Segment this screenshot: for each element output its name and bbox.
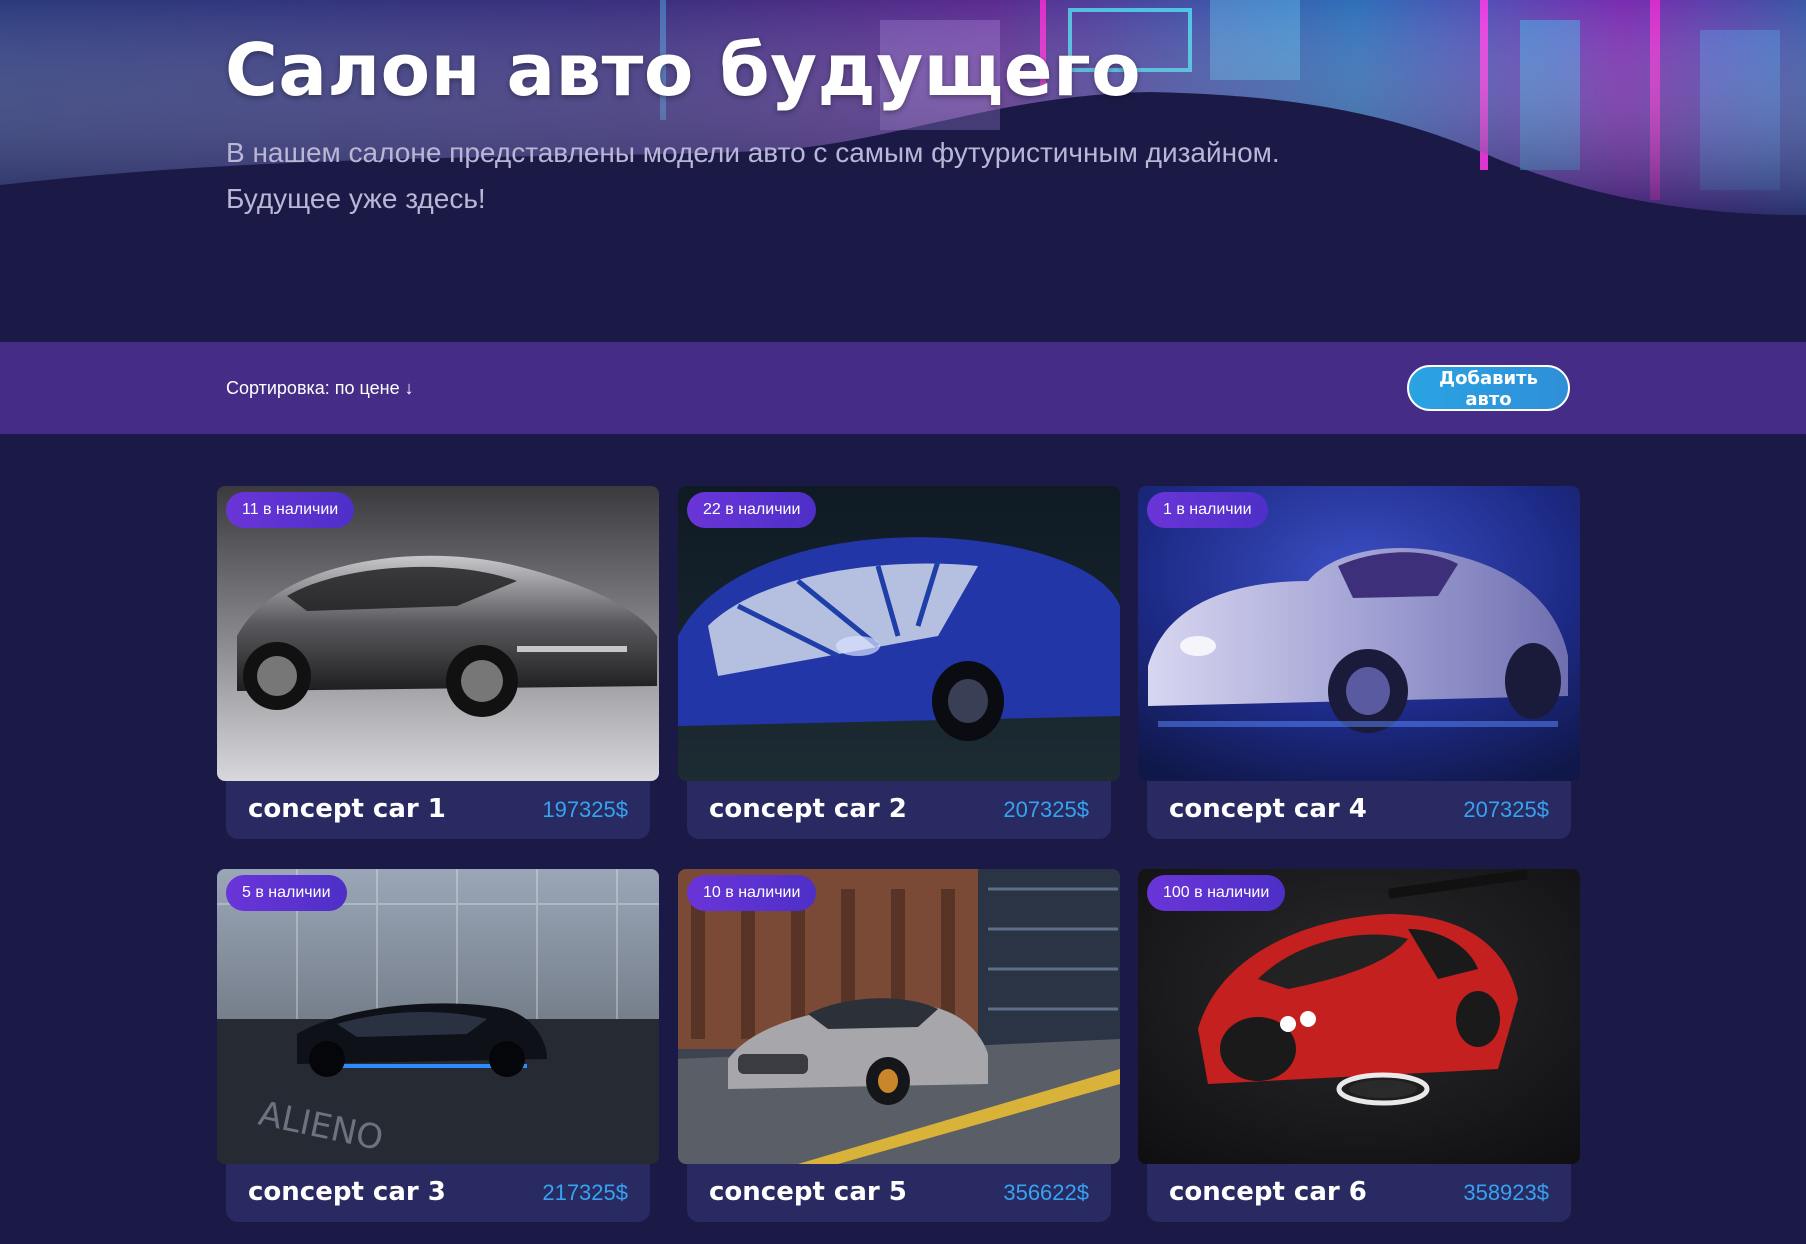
car-image: [1138, 869, 1580, 1164]
car-info: concept car 3 217325$: [226, 1164, 650, 1222]
car-price: 217325$: [542, 1180, 628, 1205]
stock-badge: 5 в наличии: [226, 875, 347, 911]
car-grid: 11 в наличии concept car 1 197325$ 22 в …: [217, 486, 1582, 1226]
stock-badge: 100 в наличии: [1147, 875, 1286, 911]
car-card[interactable]: 100 в наличии concept car 6 358923$: [1138, 869, 1580, 1225]
car-name: concept car 5: [709, 1177, 907, 1207]
stock-badge: 10 в наличии: [687, 875, 817, 911]
sort-toggle[interactable]: Сортировка: по цене ↓: [226, 378, 414, 399]
car-image: [678, 486, 1120, 781]
car-image: [217, 486, 659, 781]
hero-section: Салон авто будущего В нашем салоне предс…: [0, 0, 1806, 342]
car-info: concept car 1 197325$: [226, 781, 650, 839]
car-image: ALIENO: [217, 869, 659, 1164]
car-price: 207325$: [1463, 797, 1549, 822]
car-info: concept car 6 358923$: [1147, 1164, 1571, 1222]
page-subtitle: В нашем салоне представлены модели авто …: [226, 137, 1280, 214]
car-card[interactable]: 10 в наличии concept car 5 356622$: [678, 869, 1120, 1225]
stock-badge: 11 в наличии: [226, 492, 355, 528]
car-price: 197325$: [542, 797, 628, 822]
car-name: concept car 6: [1169, 1177, 1367, 1207]
stock-badge: 1 в наличии: [1147, 492, 1268, 528]
toolbar: Сортировка: по цене ↓ Добавить авто: [0, 342, 1806, 434]
car-card[interactable]: 22 в наличии concept car 2 207325$: [678, 486, 1120, 842]
car-info: concept car 5 356622$: [687, 1164, 1111, 1222]
car-name: concept car 1: [248, 794, 446, 824]
page-title: Салон авто будущего: [225, 28, 1142, 112]
stock-badge: 22 в наличии: [687, 492, 817, 528]
car-image: [678, 869, 1120, 1164]
car-name: concept car 4: [1169, 794, 1367, 824]
car-name: concept car 3: [248, 1177, 446, 1207]
car-card[interactable]: ALIENO 5 в наличии concept car 3 217325$: [217, 869, 659, 1225]
add-car-button[interactable]: Добавить авто: [1407, 365, 1570, 411]
car-card[interactable]: 11 в наличии concept car 1 197325$: [217, 486, 659, 842]
car-info: concept car 4 207325$: [1147, 781, 1571, 839]
car-image: [1138, 486, 1580, 781]
car-price: 356622$: [1003, 1180, 1089, 1205]
car-price: 207325$: [1003, 797, 1089, 822]
car-card[interactable]: 1 в наличии concept car 4 207325$: [1138, 486, 1580, 842]
car-price: 358923$: [1463, 1180, 1549, 1205]
car-info: concept car 2 207325$: [687, 781, 1111, 839]
car-name: concept car 2: [709, 794, 907, 824]
